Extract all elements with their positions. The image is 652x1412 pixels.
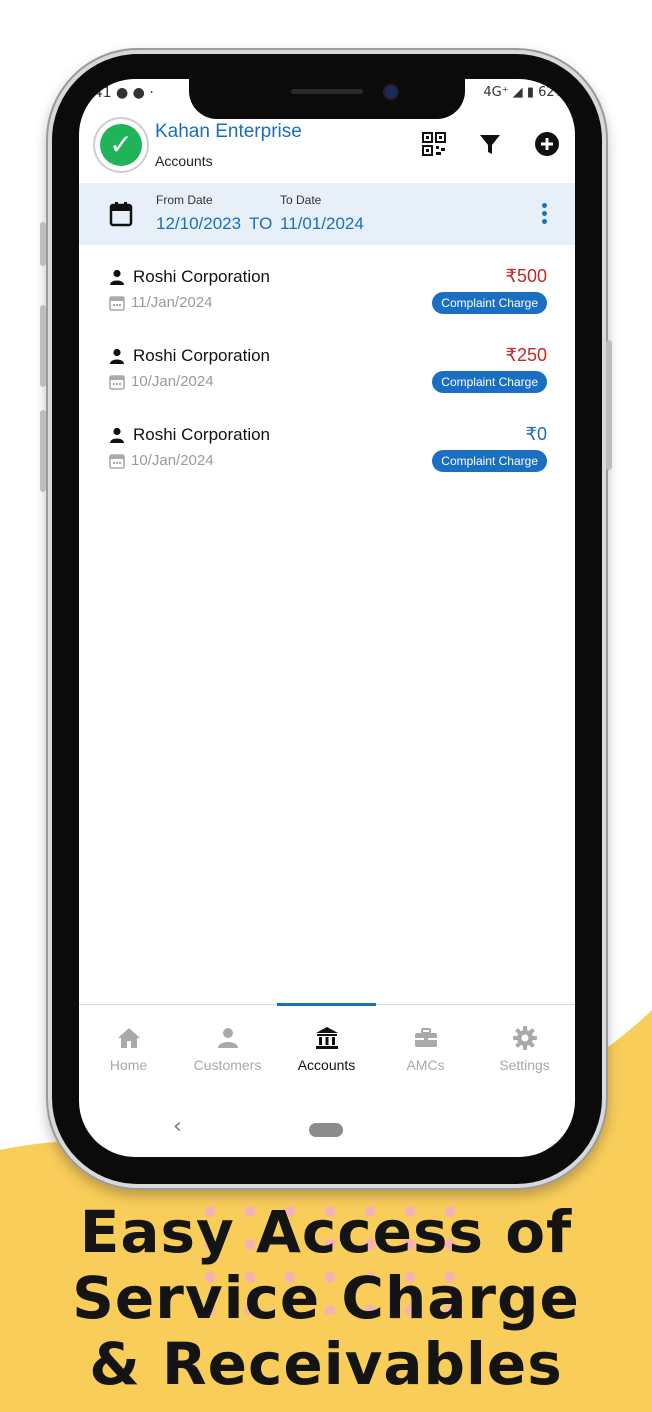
check-icon: ✓ <box>100 124 142 166</box>
briefcase-icon <box>415 1028 437 1047</box>
company-name: Kahan Enterprise <box>155 121 302 142</box>
person-icon <box>110 427 124 443</box>
list-item[interactable]: Roshi Corporation 10/Jan/2024 ₹250 Compl… <box>79 345 575 416</box>
calendar-icon <box>109 296 125 311</box>
entry-amount: ₹250 <box>505 345 547 365</box>
to-separator: TO <box>249 214 273 233</box>
caption-line: Easy Access of <box>79 1198 573 1266</box>
charge-type-badge: Complaint Charge <box>432 371 547 393</box>
nav-label: Settings <box>499 1057 550 1073</box>
customer-name: Roshi Corporation <box>133 425 271 444</box>
list-item[interactable]: Roshi Corporation 11/Jan/2024 ₹500 Compl… <box>79 266 575 337</box>
nav-accounts[interactable]: Accounts <box>277 1005 376 1081</box>
charge-type-badge: Complaint Charge <box>432 450 547 472</box>
to-date-value[interactable]: 11/01/2024 <box>280 214 364 234</box>
phone-side-button <box>40 222 46 266</box>
app-screen: :41 ● ● · 4G⁺ ◢ ▮ 62% ✓ Kahan Enterprise… <box>79 79 575 1157</box>
date-range-bar[interactable]: From Date 12/10/2023 TO To Date 11/01/20… <box>79 183 575 245</box>
calendar-icon <box>109 375 125 390</box>
customer-name: Roshi Corporation <box>133 346 271 365</box>
home-icon <box>118 1028 140 1048</box>
qr-code-icon[interactable] <box>421 131 447 157</box>
gear-icon <box>513 1026 537 1050</box>
entry-date: 10/Jan/2024 <box>131 452 214 469</box>
speaker <box>291 89 363 94</box>
to-date-label: To Date <box>280 193 322 207</box>
system-navigation: ‹ <box>79 1109 575 1149</box>
person-icon <box>110 269 124 285</box>
front-camera <box>385 86 397 98</box>
nav-label: AMCs <box>406 1057 445 1073</box>
filter-icon[interactable] <box>477 131 503 157</box>
nav-settings[interactable]: Settings <box>475 1005 574 1081</box>
add-circle-icon[interactable] <box>534 131 560 157</box>
nav-customers[interactable]: Customers <box>178 1005 277 1081</box>
nav-label: Home <box>109 1057 148 1073</box>
from-date-value[interactable]: 12/10/2023 <box>156 214 241 234</box>
home-pill[interactable] <box>309 1123 343 1137</box>
phone-notch <box>189 79 465 119</box>
phone-side-button <box>40 410 46 492</box>
status-indicators: 4G⁺ ◢ ▮ 62% <box>483 85 567 100</box>
phone-side-button <box>40 305 46 387</box>
company-logo: ✓ <box>95 119 147 171</box>
entry-date: 11/Jan/2024 <box>131 294 213 311</box>
page-title: Accounts <box>155 153 213 169</box>
charge-type-badge: Complaint Charge <box>432 292 547 314</box>
caption-line: Service Charge <box>72 1264 580 1332</box>
customer-name: Roshi Corporation <box>133 267 271 286</box>
nav-label: Accounts <box>297 1057 356 1073</box>
nav-label: Customers <box>193 1057 262 1073</box>
person-icon <box>110 348 124 364</box>
nav-home[interactable]: Home <box>79 1005 178 1081</box>
bank-icon <box>316 1027 338 1049</box>
more-options-icon[interactable] <box>541 203 549 227</box>
list-item[interactable]: Roshi Corporation 10/Jan/2024 ₹0 Complai… <box>79 424 575 495</box>
back-icon[interactable]: ‹ <box>173 1114 182 1139</box>
phone-side-button <box>606 340 612 470</box>
calendar-icon <box>109 454 125 469</box>
bottom-navigation: Home Customers Accounts AMCs Settings <box>79 1003 575 1081</box>
entry-date: 10/Jan/2024 <box>131 373 214 390</box>
entry-amount: ₹0 <box>525 424 547 444</box>
entry-amount: ₹500 <box>505 266 547 286</box>
person-icon <box>218 1028 238 1048</box>
calendar-icon[interactable] <box>109 201 133 227</box>
from-date-label: From Date <box>156 193 213 207</box>
nav-amcs[interactable]: AMCs <box>376 1005 475 1081</box>
status-time: :41 ● ● · <box>89 85 154 101</box>
caption-line: & Receivables <box>89 1330 563 1398</box>
